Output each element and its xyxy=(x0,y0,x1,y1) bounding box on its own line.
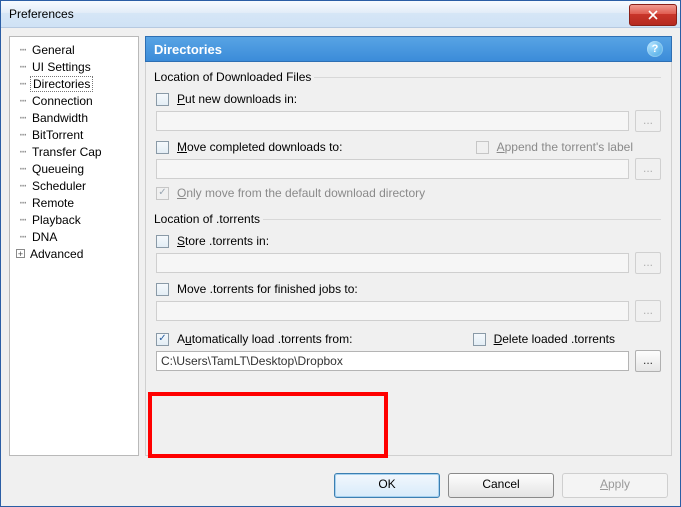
sidebar-item-label: Advanced xyxy=(28,247,85,261)
sidebar-item-ui-settings[interactable]: ⋯ UI Settings xyxy=(12,58,136,75)
label-delete-loaded: Delete loaded .torrents xyxy=(494,332,615,346)
sidebar-item-scheduler[interactable]: ⋯ Scheduler xyxy=(12,177,136,194)
sidebar-item-advanced[interactable]: + Advanced xyxy=(12,245,136,262)
tree-line-icon: ⋯ xyxy=(16,129,30,140)
input-move-completed-path[interactable] xyxy=(156,159,629,179)
row-move-finished: Move .torrents for finished jobs to: xyxy=(156,282,661,296)
label-put-new: Put new downloads in: xyxy=(177,92,297,106)
tree-line-icon: ⋯ xyxy=(16,61,30,72)
input-move-finished-path[interactable] xyxy=(156,301,629,321)
tree-expand-icon[interactable]: + xyxy=(16,249,25,258)
body: ⋯ General ⋯ UI Settings ⋯ Directories ⋯ … xyxy=(1,28,680,464)
sidebar-item-label: Queueing xyxy=(30,162,86,176)
label-append-label: Append the torrent's label xyxy=(497,140,633,154)
close-icon xyxy=(647,10,659,20)
tree-line-icon: ⋯ xyxy=(16,197,30,208)
panel-header: Directories ? xyxy=(145,36,672,62)
checkbox-move-finished[interactable] xyxy=(156,283,169,296)
highlight-box xyxy=(148,392,388,458)
sidebar-item-label: Directories xyxy=(30,76,93,92)
row-autoload-path: C:\Users\TamLT\Desktop\Dropbox ... xyxy=(156,350,661,372)
sidebar-item-label: Transfer Cap xyxy=(30,145,104,159)
tree-line-icon: ⋯ xyxy=(16,163,30,174)
close-button[interactable] xyxy=(629,4,677,26)
sidebar-item-label: General xyxy=(30,43,77,57)
sidebar-item-label: Bandwidth xyxy=(30,111,90,125)
browse-move-finished[interactable]: ... xyxy=(635,300,661,322)
row-store-path: ... xyxy=(156,252,661,274)
checkbox-only-move[interactable] xyxy=(156,187,169,200)
sidebar-item-directories[interactable]: ⋯ Directories xyxy=(12,75,136,92)
sidebar-item-connection[interactable]: ⋯ Connection xyxy=(12,92,136,109)
sidebar-item-remote[interactable]: ⋯ Remote xyxy=(12,194,136,211)
browse-autoload[interactable]: ... xyxy=(635,350,661,372)
tree-line-icon: ⋯ xyxy=(16,112,30,123)
row-move-completed-path: ... xyxy=(156,158,661,180)
sidebar-item-bandwidth[interactable]: ⋯ Bandwidth xyxy=(12,109,136,126)
label-move-completed: Move completed downloads to: xyxy=(177,140,342,154)
label-autoload: Automatically load .torrents from: xyxy=(177,332,352,346)
input-put-new-path[interactable] xyxy=(156,111,629,131)
category-tree[interactable]: ⋯ General ⋯ UI Settings ⋯ Directories ⋯ … xyxy=(9,36,139,456)
row-move-finished-path: ... xyxy=(156,300,661,322)
label-store: Store .torrents in: xyxy=(177,234,269,248)
sidebar-item-label: Playback xyxy=(30,213,83,227)
tree-line-icon: ⋯ xyxy=(16,95,30,106)
checkbox-move-completed[interactable] xyxy=(156,141,169,154)
group-legend: Location of Downloaded Files xyxy=(154,70,314,84)
apply-button[interactable]: Apply xyxy=(562,473,668,498)
sidebar-item-label: Remote xyxy=(30,196,76,210)
tree-line-icon: ⋯ xyxy=(16,180,30,191)
group-legend: Location of .torrents xyxy=(154,212,263,226)
label-move-finished: Move .torrents for finished jobs to: xyxy=(177,282,358,296)
browse-move-completed[interactable]: ... xyxy=(635,158,661,180)
sidebar-item-queueing[interactable]: ⋯ Queueing xyxy=(12,160,136,177)
checkbox-autoload[interactable] xyxy=(156,333,169,346)
row-autoload: Automatically load .torrents from: Delet… xyxy=(156,332,661,346)
sidebar-item-label: DNA xyxy=(30,230,59,244)
sidebar-item-label: Scheduler xyxy=(30,179,88,193)
row-put-new-path: ... xyxy=(156,110,661,132)
titlebar[interactable]: Preferences xyxy=(1,1,680,28)
preferences-window: Preferences ⋯ General ⋯ UI Settings ⋯ Di… xyxy=(0,0,681,507)
panel-body: Location of Downloaded Files Put new dow… xyxy=(145,62,672,456)
panel-title: Directories xyxy=(154,42,647,57)
sidebar-item-bittorrent[interactable]: ⋯ BitTorrent xyxy=(12,126,136,143)
input-store-path[interactable] xyxy=(156,253,629,273)
checkbox-store[interactable] xyxy=(156,235,169,248)
label-only-move: Only move from the default download dire… xyxy=(177,186,425,200)
checkbox-append-label[interactable] xyxy=(476,141,489,154)
row-put-new: Put new downloads in: xyxy=(156,92,661,106)
cancel-button[interactable]: Cancel xyxy=(448,473,554,498)
settings-panel: Directories ? Location of Downloaded Fil… xyxy=(145,36,672,456)
sidebar-item-transfer-cap[interactable]: ⋯ Transfer Cap xyxy=(12,143,136,160)
dialog-buttons: OK Cancel Apply xyxy=(1,464,680,506)
sidebar-item-label: BitTorrent xyxy=(30,128,85,142)
checkbox-put-new[interactable] xyxy=(156,93,169,106)
row-move-completed: Move completed downloads to: Append the … xyxy=(156,140,661,154)
sidebar-item-label: Connection xyxy=(30,94,95,108)
browse-put-new[interactable]: ... xyxy=(635,110,661,132)
group-location-torrents: Location of .torrents Store .torrents in… xyxy=(156,212,661,378)
tree-line-icon: ⋯ xyxy=(16,231,30,242)
sidebar-item-label: UI Settings xyxy=(30,60,93,74)
row-store: Store .torrents in: xyxy=(156,234,661,248)
help-icon[interactable]: ? xyxy=(647,41,663,57)
window-title: Preferences xyxy=(9,7,629,21)
input-autoload-path[interactable]: C:\Users\TamLT\Desktop\Dropbox xyxy=(156,351,629,371)
sidebar-item-playback[interactable]: ⋯ Playback xyxy=(12,211,136,228)
sidebar-item-dna[interactable]: ⋯ DNA xyxy=(12,228,136,245)
ok-button[interactable]: OK xyxy=(334,473,440,498)
browse-store[interactable]: ... xyxy=(635,252,661,274)
row-only-move: Only move from the default download dire… xyxy=(156,186,661,200)
tree-line-icon: ⋯ xyxy=(16,214,30,225)
tree-line-icon: ⋯ xyxy=(16,146,30,157)
group-location-downloaded: Location of Downloaded Files Put new dow… xyxy=(156,70,661,206)
checkbox-delete-loaded[interactable] xyxy=(473,333,486,346)
tree-line-icon: ⋯ xyxy=(16,78,30,89)
tree-line-icon: ⋯ xyxy=(16,44,30,55)
sidebar-item-general[interactable]: ⋯ General xyxy=(12,41,136,58)
